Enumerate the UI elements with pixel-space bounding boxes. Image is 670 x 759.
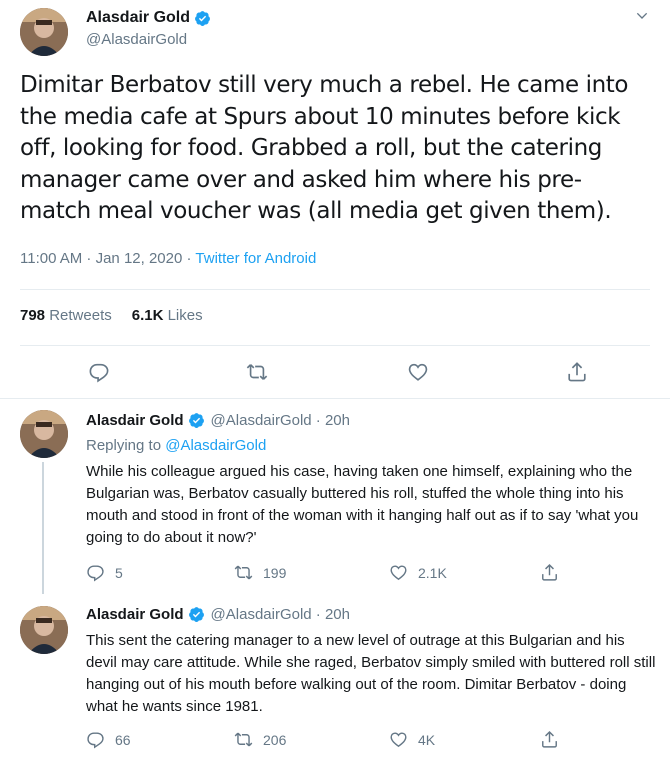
- divider: [20, 345, 650, 346]
- action-bar: [0, 355, 670, 391]
- likes-label: Likes: [167, 307, 203, 324]
- reply-count: 5: [115, 564, 123, 581]
- reply-button[interactable]: [88, 361, 110, 383]
- reply-tweet[interactable]: Alasdair Gold @AlasdairGold · 20h This s…: [0, 594, 670, 759]
- like-icon: [408, 363, 428, 381]
- like-button[interactable]: 4K: [389, 730, 435, 749]
- like-count: 4K: [418, 731, 436, 748]
- like-button[interactable]: [407, 361, 429, 383]
- retweets-stat[interactable]: 798 Retweets: [20, 307, 112, 324]
- reply-tweet[interactable]: Alasdair Gold @AlasdairGold · 20h Replyi…: [0, 398, 670, 594]
- share-button[interactable]: [566, 361, 588, 383]
- share-button[interactable]: [540, 730, 559, 749]
- like-count: 2.1K: [418, 564, 447, 581]
- retweet-icon: [234, 565, 253, 580]
- retweet-count: 206: [263, 731, 287, 748]
- retweets-label: Retweets: [49, 307, 112, 324]
- thread-line: [42, 462, 44, 594]
- reply-count: 66: [115, 731, 131, 748]
- verified-badge-icon: [188, 413, 204, 428]
- divider: [20, 289, 650, 290]
- retweet-button[interactable]: 206: [234, 730, 286, 749]
- tweet-meta: 11:00 AM · Jan 12, 2020 · Twitter for An…: [20, 250, 316, 267]
- likes-stat[interactable]: 6.1K Likes: [132, 307, 203, 324]
- likes-count: 6.1K: [131, 307, 164, 324]
- avatar[interactable]: [20, 410, 68, 458]
- share-icon: [568, 362, 586, 382]
- display-name[interactable]: Alasdair Gold: [86, 412, 184, 429]
- avatar[interactable]: [20, 8, 68, 56]
- retweet-icon: [234, 732, 253, 747]
- retweet-button[interactable]: [246, 361, 268, 383]
- share-icon: [542, 730, 557, 748]
- tweet-timestamp[interactable]: 11:00 AM · Jan 12, 2020 ·: [20, 250, 195, 267]
- retweets-count: 798: [20, 307, 46, 324]
- reply-button[interactable]: 66: [86, 730, 131, 749]
- reply-button[interactable]: 5: [86, 563, 123, 582]
- reply-icon: [89, 363, 109, 383]
- reply-icon: [87, 732, 104, 749]
- tweet-text: While his colleague argued his case, hav…: [86, 463, 639, 546]
- chevron-down-icon[interactable]: [634, 8, 650, 24]
- verified-badge-icon: [195, 10, 210, 26]
- display-name[interactable]: Alasdair Gold: [86, 9, 190, 27]
- replying-to-link[interactable]: @AlasdairGold: [165, 437, 266, 454]
- tweet-text: Dimitar Berbatov still very much a rebel…: [20, 72, 629, 224]
- tweet-source[interactable]: Twitter for Android: [195, 250, 316, 267]
- handle[interactable]: @AlasdairGold: [86, 31, 187, 48]
- replying-to: Replying to @AlasdairGold: [86, 437, 266, 454]
- handle[interactable]: @AlasdairGold · 20h: [211, 606, 350, 623]
- reply-icon: [87, 565, 104, 582]
- tweet-text: This sent the catering manager to a new …: [86, 632, 656, 715]
- retweet-button[interactable]: 199: [234, 563, 286, 582]
- verified-badge-icon: [188, 607, 204, 622]
- retweet-icon: [246, 364, 268, 380]
- engagement-stats: 798 Retweets 6.1K Likes: [20, 307, 203, 324]
- replying-to-prefix: Replying to: [86, 437, 166, 454]
- share-icon: [542, 563, 557, 581]
- display-name[interactable]: Alasdair Gold: [86, 606, 184, 623]
- like-button[interactable]: 2.1K: [389, 563, 447, 582]
- avatar[interactable]: [20, 606, 68, 654]
- handle[interactable]: @AlasdairGold · 20h: [211, 412, 350, 429]
- like-icon: [390, 565, 407, 581]
- main-tweet: Alasdair Gold @AlasdairGold Dimitar Berb…: [0, 0, 670, 398]
- retweet-count: 199: [263, 564, 287, 581]
- share-button[interactable]: [540, 563, 559, 582]
- like-icon: [390, 732, 407, 748]
